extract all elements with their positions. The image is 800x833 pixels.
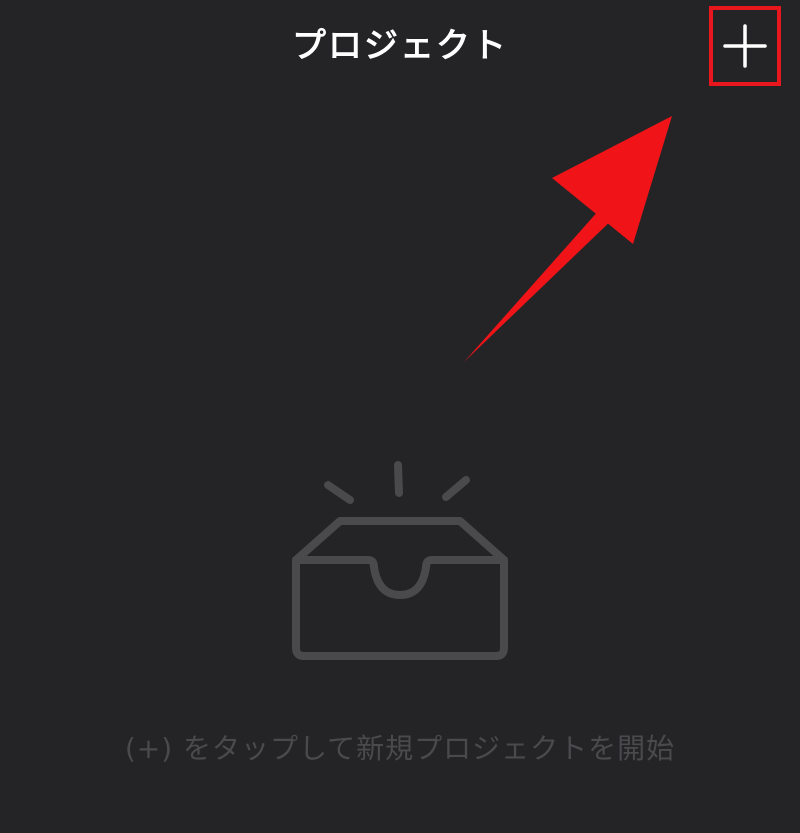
plus-icon bbox=[723, 24, 767, 68]
add-project-button[interactable] bbox=[709, 6, 781, 86]
empty-state-message: (+) をタップして新規プロジェクトを開始 bbox=[124, 732, 676, 765]
empty-inbox-icon bbox=[292, 461, 508, 660]
page-title: プロジェクト bbox=[292, 26, 508, 66]
arrow-head bbox=[552, 116, 672, 244]
arrow-shaft bbox=[464, 200, 617, 362]
projects-screen: プロジェクト (+) をタップして新規プロジェクトを開始 bbox=[0, 0, 800, 833]
annotation-arrow bbox=[464, 116, 672, 362]
